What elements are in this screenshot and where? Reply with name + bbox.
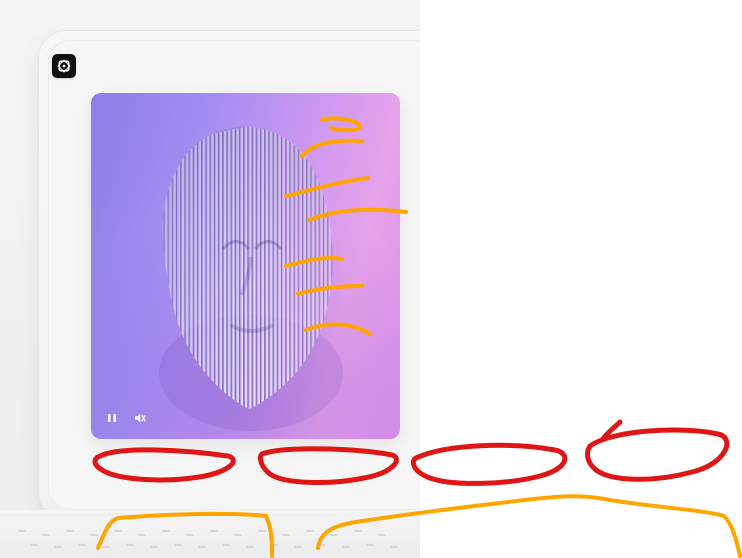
face-slat-shadow bbox=[163, 155, 165, 363]
face-slat bbox=[337, 154, 339, 364]
face-slat bbox=[162, 155, 164, 363]
pause-icon bbox=[106, 412, 118, 424]
app-logo-icon bbox=[56, 58, 72, 74]
media-card[interactable] bbox=[91, 93, 400, 439]
ribbed-face-sculpture bbox=[159, 127, 343, 431]
mute-button[interactable] bbox=[131, 409, 149, 427]
pause-button[interactable] bbox=[103, 409, 121, 427]
keyboard-deck bbox=[0, 516, 420, 558]
face-slat-shadow bbox=[340, 154, 341, 364]
face-slat bbox=[333, 152, 335, 366]
face-slat-shadow bbox=[335, 152, 336, 366]
screenshot-stage bbox=[0, 0, 742, 558]
mute-icon bbox=[133, 411, 147, 425]
media-controls bbox=[103, 409, 149, 427]
app-logo[interactable] bbox=[52, 54, 76, 78]
